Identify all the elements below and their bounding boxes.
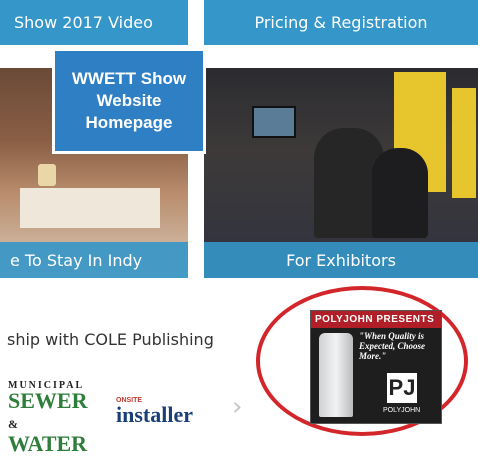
logo-text: SEWER & [8, 388, 98, 434]
tile-for-exhibitors[interactable]: For Exhibitors [204, 68, 478, 278]
logo-ampersand: & [8, 417, 18, 431]
tile-caption: Show 2017 Video [0, 0, 188, 45]
partnership-text: ship with COLE Publishing [7, 330, 214, 349]
exhibit-screen [252, 106, 296, 138]
tile-caption: Pricing & Registration [204, 0, 478, 45]
chevron-right-icon[interactable]: › [232, 392, 242, 422]
portable-toilet-image [319, 333, 353, 417]
logo-word: SEWER [8, 388, 88, 413]
municipal-sewer-water-logo[interactable]: MUNICIPAL SEWER & WATER [8, 380, 98, 455]
ad-brandname: POLYJOHN [383, 407, 421, 414]
callout-label: WWETT Show Website Homepage [52, 48, 206, 154]
hotel-photo [20, 188, 160, 228]
tile-caption: For Exhibitors [204, 242, 478, 278]
logo-text: installer [116, 402, 193, 427]
tile-show-video[interactable]: Show 2017 Video [0, 0, 188, 45]
polyjohn-ad[interactable]: POLYJOHN PRESENTS "When Quality is Expec… [310, 310, 442, 424]
hotel-lamp [38, 164, 56, 186]
tile-caption: e To Stay In Indy [0, 242, 188, 278]
logo-word: WATER [8, 431, 88, 456]
polyjohn-logo-icon: PJ [387, 373, 417, 403]
ad-banner: POLYJOHN PRESENTS [311, 311, 441, 328]
tile-pricing-registration[interactable]: Pricing & Registration [204, 0, 478, 45]
exhibitor-person [372, 148, 428, 238]
ad-quote: "When Quality is Expected, Choose More." [359, 331, 425, 361]
exhibit-banner [452, 88, 476, 198]
onsite-installer-logo[interactable]: ONSITE installer [116, 397, 208, 429]
